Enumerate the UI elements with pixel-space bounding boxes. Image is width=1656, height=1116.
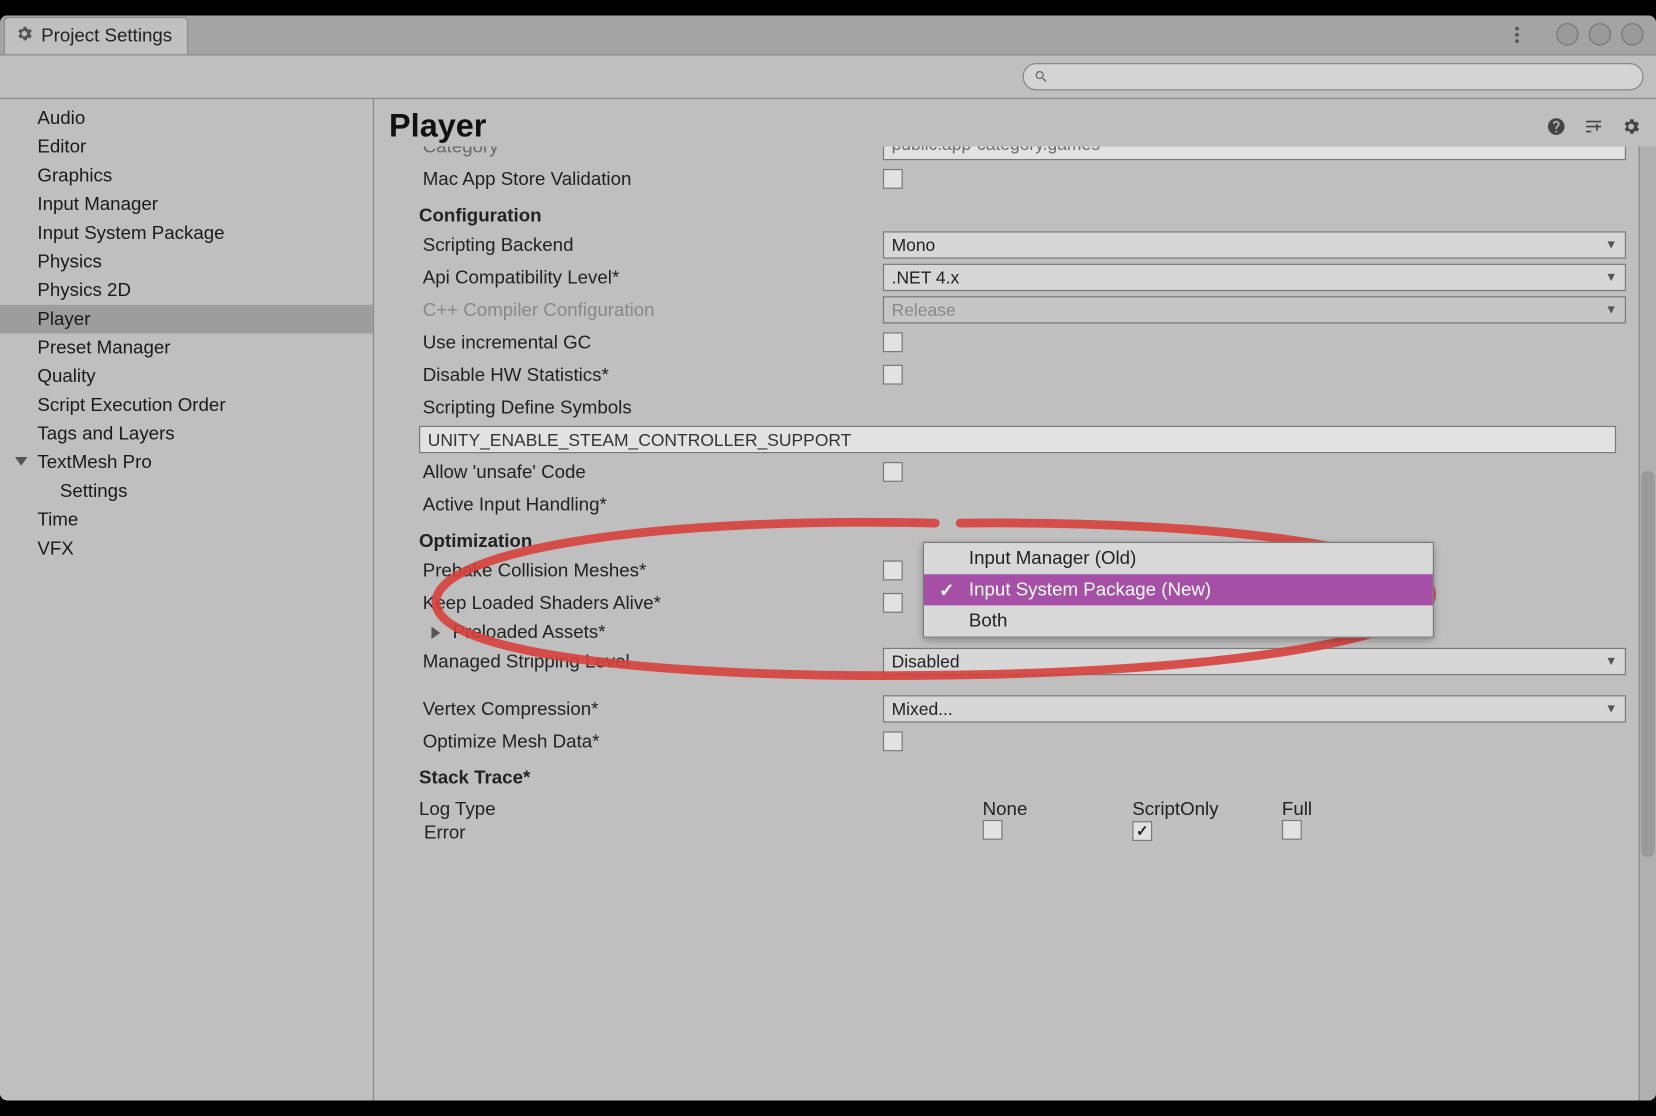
configuration-header: Configuration: [419, 195, 1626, 229]
tab-project-settings[interactable]: Project Settings: [4, 17, 189, 54]
sidebar-item-script-execution-order[interactable]: Script Execution Order: [0, 391, 373, 420]
sidebar-item-editor[interactable]: Editor: [0, 133, 373, 162]
disable-hw-checkbox[interactable]: [883, 365, 903, 385]
define-symbols-input[interactable]: [419, 426, 1616, 453]
main-panel: Player Category public.app-category.game…: [374, 99, 1656, 1100]
error-full-checkbox[interactable]: [1282, 820, 1302, 840]
st-col-full: Full: [1282, 799, 1432, 820]
gear-icon[interactable]: [1621, 116, 1641, 136]
scripting-backend-label: Scripting Backend: [419, 234, 883, 255]
window-button-2[interactable]: [1589, 23, 1611, 45]
stacktrace-header: Stack Trace*: [419, 758, 1626, 792]
window-buttons: [1556, 23, 1643, 45]
window-button-3[interactable]: [1621, 23, 1643, 45]
keep-shaders-label: Keep Loaded Shaders Alive*: [419, 592, 883, 613]
stripping-dropdown[interactable]: Disabled▼: [883, 648, 1626, 675]
presets-icon[interactable]: [1584, 116, 1604, 136]
allow-unsafe-label: Allow 'unsafe' Code: [419, 461, 883, 482]
error-scriptonly-checkbox[interactable]: [1132, 821, 1152, 841]
search-icon: [1034, 69, 1049, 84]
optimize-mesh-checkbox[interactable]: [883, 731, 903, 751]
st-col-none: None: [983, 799, 1133, 820]
optimize-mesh-label: Optimize Mesh Data*: [419, 731, 883, 752]
search-bar: [0, 55, 1656, 99]
sidebar-item-textmesh-settings[interactable]: Settings: [0, 477, 373, 506]
popup-option-input-manager-old[interactable]: Input Manager (Old): [924, 543, 1433, 574]
sidebar-item-preset-manager[interactable]: Preset Manager: [0, 334, 373, 363]
sidebar-item-input-manager[interactable]: Input Manager: [0, 190, 373, 219]
category-label: Category: [419, 146, 883, 157]
gear-icon: [15, 24, 34, 48]
log-type-label: Log Type: [419, 799, 883, 820]
sidebar-item-textmesh-pro[interactable]: TextMesh Pro: [0, 448, 373, 477]
error-none-checkbox[interactable]: [983, 820, 1003, 840]
popup-option-input-system-package-new[interactable]: Input System Package (New): [924, 574, 1433, 605]
help-icon[interactable]: [1546, 116, 1566, 136]
popup-option-both[interactable]: Both: [924, 605, 1433, 636]
prebake-checkbox[interactable]: [883, 560, 903, 580]
header-icons: [1546, 116, 1641, 136]
search-field[interactable]: [1023, 63, 1644, 90]
sidebar-item-time[interactable]: Time: [0, 506, 373, 535]
active-input-popup: Input Manager (Old) Input System Package…: [923, 542, 1434, 638]
sidebar-item-audio[interactable]: Audio: [0, 104, 373, 133]
mac-validation-label: Mac App Store Validation: [419, 168, 883, 189]
mac-validation-checkbox[interactable]: [883, 169, 903, 189]
sidebar-item-physics[interactable]: Physics: [0, 247, 373, 276]
tab-bar: Project Settings: [0, 16, 1656, 56]
api-compat-dropdown[interactable]: .NET 4.x▼: [883, 264, 1626, 291]
api-compat-label: Api Compatibility Level*: [419, 267, 883, 288]
incremental-gc-label: Use incremental GC: [419, 332, 883, 353]
page-title: Player: [389, 107, 486, 146]
st-col-scriptonly: ScriptOnly: [1132, 799, 1282, 820]
sidebar-item-graphics[interactable]: Graphics: [0, 161, 373, 190]
keep-shaders-checkbox[interactable]: [883, 593, 903, 613]
allow-unsafe-checkbox[interactable]: [883, 462, 903, 482]
vertex-compression-label: Vertex Compression*: [419, 698, 883, 719]
window-button-1[interactable]: [1556, 23, 1578, 45]
scripting-backend-dropdown[interactable]: Mono▼: [883, 231, 1626, 258]
incremental-gc-checkbox[interactable]: [883, 332, 903, 352]
cpp-compiler-label: C++ Compiler Configuration: [419, 299, 883, 320]
tab-label: Project Settings: [41, 26, 172, 47]
sidebar-item-tags-and-layers[interactable]: Tags and Layers: [0, 420, 373, 449]
st-error-label: Error: [419, 822, 883, 843]
define-symbols-label: Scripting Define Symbols: [419, 397, 883, 418]
kebab-menu-icon[interactable]: [1506, 23, 1526, 45]
vertex-compression-dropdown[interactable]: Mixed...▼: [883, 695, 1626, 722]
category-field[interactable]: public.app-category.games: [883, 146, 1626, 160]
sidebar-item-vfx[interactable]: VFX: [0, 534, 373, 563]
search-input[interactable]: [1056, 68, 1632, 85]
stripping-label: Managed Stripping Level: [419, 651, 883, 672]
sidebar: Audio Editor Graphics Input Manager Inpu…: [0, 99, 374, 1100]
sidebar-item-physics-2d[interactable]: Physics 2D: [0, 276, 373, 305]
disable-hw-label: Disable HW Statistics*: [419, 364, 883, 385]
vertical-scrollbar[interactable]: [1639, 146, 1656, 1100]
cpp-compiler-dropdown: Release▼: [883, 296, 1626, 323]
sidebar-item-quality[interactable]: Quality: [0, 362, 373, 391]
sidebar-item-input-system-package[interactable]: Input System Package: [0, 219, 373, 248]
scrollbar-thumb[interactable]: [1641, 471, 1655, 858]
prebake-label: Prebake Collision Meshes*: [419, 560, 883, 581]
active-input-label: Active Input Handling*: [419, 494, 883, 515]
sidebar-item-player[interactable]: Player: [0, 305, 373, 334]
